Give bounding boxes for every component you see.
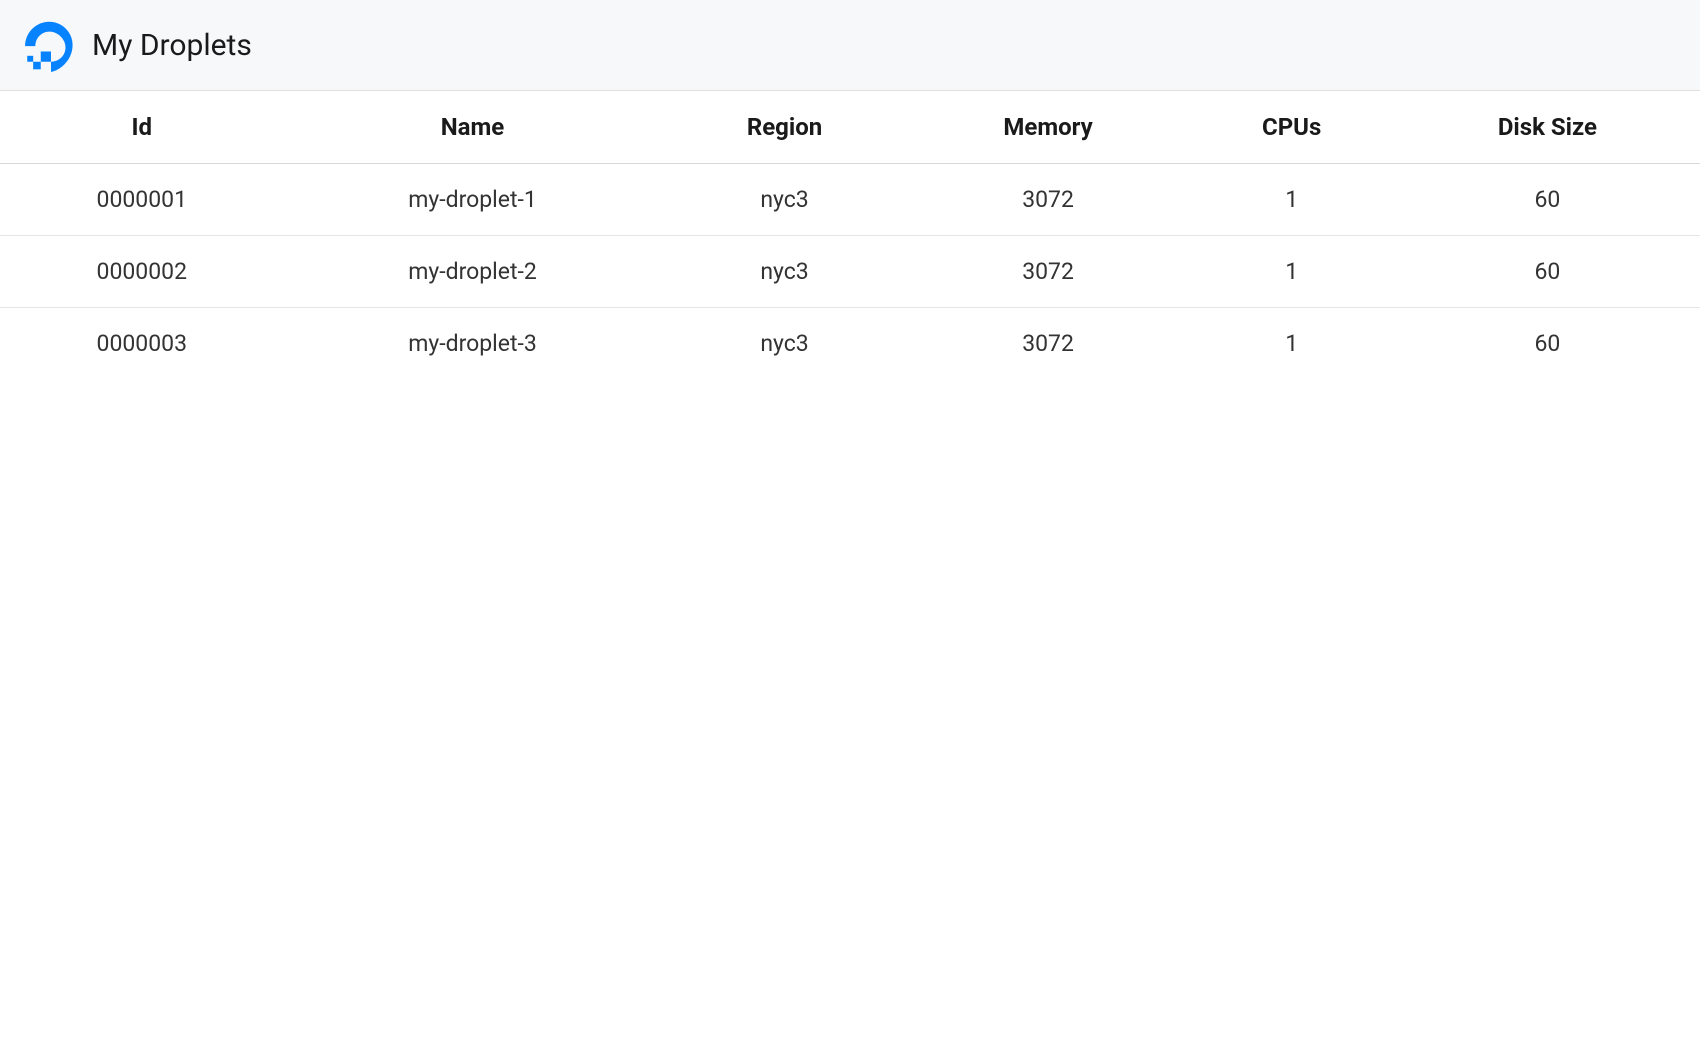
table-row: 0000002 my-droplet-2 nyc3 3072 1 60 [0, 236, 1700, 308]
column-header-disk: Disk Size [1395, 91, 1700, 164]
cell-name: my-droplet-2 [284, 236, 662, 308]
cell-region: nyc3 [661, 164, 907, 236]
cell-region: nyc3 [661, 308, 907, 380]
page-header: My Droplets [0, 0, 1700, 91]
column-header-region: Region [661, 91, 907, 164]
column-header-memory: Memory [908, 91, 1189, 164]
cell-id: 0000002 [0, 236, 284, 308]
cell-disk: 60 [1395, 164, 1700, 236]
cell-memory: 3072 [908, 308, 1189, 380]
page-title: My Droplets [92, 28, 252, 63]
column-header-name: Name [284, 91, 662, 164]
droplets-table: Id Name Region Memory CPUs Disk Size 000… [0, 91, 1700, 379]
column-header-id: Id [0, 91, 284, 164]
cell-memory: 3072 [908, 236, 1189, 308]
table-row: 0000003 my-droplet-3 nyc3 3072 1 60 [0, 308, 1700, 380]
cell-cpus: 1 [1188, 308, 1394, 380]
droplets-table-wrapper: Id Name Region Memory CPUs Disk Size 000… [0, 91, 1700, 379]
column-header-cpus: CPUs [1188, 91, 1394, 164]
digitalocean-logo-icon [24, 18, 78, 72]
cell-cpus: 1 [1188, 164, 1394, 236]
cell-region: nyc3 [661, 236, 907, 308]
table-header-row: Id Name Region Memory CPUs Disk Size [0, 91, 1700, 164]
cell-name: my-droplet-3 [284, 308, 662, 380]
cell-disk: 60 [1395, 236, 1700, 308]
cell-cpus: 1 [1188, 236, 1394, 308]
table-row: 0000001 my-droplet-1 nyc3 3072 1 60 [0, 164, 1700, 236]
cell-id: 0000001 [0, 164, 284, 236]
cell-memory: 3072 [908, 164, 1189, 236]
cell-disk: 60 [1395, 308, 1700, 380]
cell-name: my-droplet-1 [284, 164, 662, 236]
cell-id: 0000003 [0, 308, 284, 380]
